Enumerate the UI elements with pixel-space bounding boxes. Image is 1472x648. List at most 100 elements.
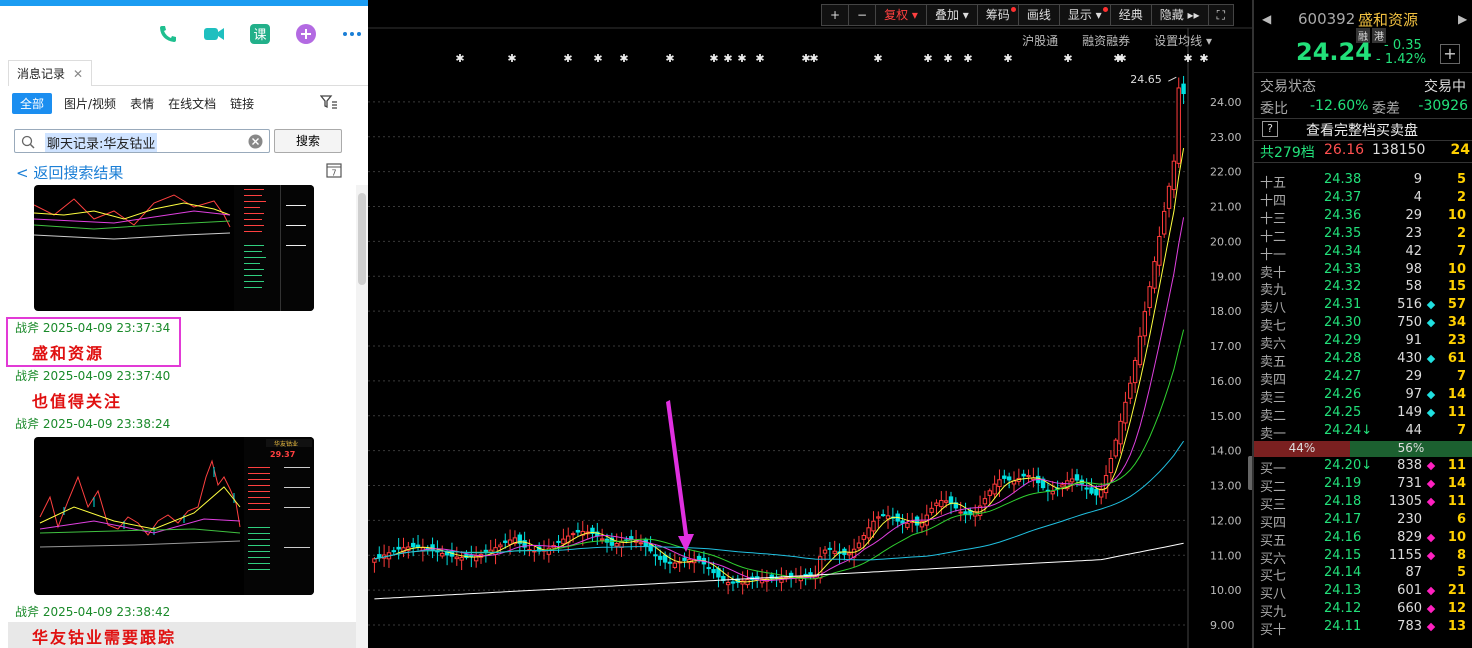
more-icon[interactable] [340,22,364,46]
candle-body [599,538,605,541]
sell-level-row[interactable]: 卖九 24.32 58 15 [1254,279,1472,298]
sell-level-row[interactable]: 卖六 24.29 91 23 [1254,333,1472,352]
filter-emoji[interactable]: 表情 [130,95,154,112]
search-input[interactable]: 聊天记录:华友钴业 [14,129,270,153]
filter-icon[interactable] [319,94,338,113]
total-volume: 138150 [1372,142,1426,158]
message-text[interactable]: 盛和资源 [32,340,104,364]
buy-level-row[interactable]: 买四 24.17 230 6 [1254,511,1472,531]
sell-level-row[interactable]: 卖二 24.25 149 11 [1254,405,1472,424]
candle-body [1026,475,1031,478]
buy-level-row[interactable]: 买六 24.15 1155 8 [1254,548,1472,567]
full-orderbook-link[interactable]: 查看完整档买卖盘 [1306,120,1418,140]
zoom-out-button[interactable]: − [848,4,877,26]
clear-icon[interactable] [248,134,263,153]
buy-level-row[interactable]: 买五 24.16 829 10 [1254,530,1472,549]
y-tick-label: 16.00 [1210,375,1242,388]
level-price: 24.31 [1324,297,1362,313]
kline-chart[interactable]: 24.00 23.00 22.00 21.00 20.00 19.00 18.00 17.00… [368,0,1252,648]
scrollbar[interactable] [356,185,368,648]
buy-level-row[interactable]: 买十 24.11 783 13 [1254,619,1472,638]
level-volume: 1305 [1388,493,1422,509]
sell-level-row[interactable]: 十一 24.34 42 7 [1254,244,1472,263]
search-button[interactable]: 搜索 [274,129,342,153]
sell-level-row[interactable]: 十二 24.35 23 2 [1254,226,1472,245]
level-volume: 750 [1397,315,1422,331]
hk-connect-link[interactable]: 沪股通 [1022,32,1058,49]
candle-body [1021,473,1026,477]
classic-button[interactable]: 经典 [1109,4,1152,26]
buy-ratio: 56% [1350,441,1472,457]
level-label: 十二 [1260,229,1287,245]
back-to-results-link[interactable]: < 返回搜索结果 [16,162,123,183]
tab-message-record[interactable]: 消息记录 ✕ [8,60,93,86]
level-label: 十三 [1260,211,1287,227]
lesson-icon[interactable]: 课 [248,22,272,46]
zoom-in-button[interactable]: + [820,4,850,26]
candle-body [1069,478,1075,483]
filter-docs[interactable]: 在线文档 [168,95,216,112]
sell-level-row[interactable]: 卖四 24.27 29 7 [1254,368,1472,388]
add-watchlist-button[interactable]: + [1440,44,1460,64]
sell-level-row[interactable]: 卖一 24.24↓ 44 7 [1254,423,1472,442]
fullscreen-icon[interactable]: ⛶ [1207,4,1234,26]
message-text[interactable]: 华友钴业需要跟踪 [32,624,176,648]
sell-level-row[interactable]: 卖五 24.28 430 61 [1254,351,1472,370]
scrollbar-thumb[interactable] [358,193,366,285]
help-icon[interactable]: ? [1262,121,1278,137]
close-icon[interactable]: ✕ [73,67,83,81]
overlay-button[interactable]: 叠加 ▾ [925,4,978,26]
quote-header: ◀ 600392 盛和资源 ▶ 融 港 [1254,4,1472,43]
chips-button[interactable]: 筹码 [976,4,1019,26]
calendar-icon[interactable]: 7 [326,162,342,182]
message-text[interactable]: 也值得关注 [32,388,122,412]
buy-level-row[interactable]: 买一 24.20↓ 838 11 [1254,458,1472,477]
level-label: 十四 [1260,193,1287,209]
level-volume: 4 [1413,189,1422,205]
thumb-stock-name: 华友钴业 [274,440,298,448]
filter-links[interactable]: 链接 [230,95,254,112]
kline-chart-area[interactable]: 24.00 23.00 22.00 21.00 20.00 19.00 18.00 17.00… [368,0,1252,648]
draw-line-button[interactable]: 画线 [1017,4,1060,26]
candle-body [503,540,508,543]
video-call-icon[interactable] [202,22,226,46]
sell-level-row[interactable]: 十五 24.38 9 5 [1254,172,1472,191]
add-app-icon[interactable] [294,22,318,46]
margin-trading-link[interactable]: 融资融券 [1082,32,1130,49]
sell-level-row[interactable]: 十三 24.36 29 10 [1254,208,1472,227]
buy-level-row[interactable]: 买二 24.19 731 14 [1254,476,1472,495]
level-volume: 98 [1405,261,1422,277]
thumb-stock-price: 29.37 [270,450,295,459]
sell-level-row[interactable]: 卖七 24.30 750 34 [1254,315,1472,334]
level-volume: 838 [1397,458,1422,473]
sell-level-row[interactable]: 十四 24.37 4 2 [1254,189,1472,209]
sell-level-row[interactable]: 卖八 24.31 516 57 [1254,297,1472,316]
ma-settings-link[interactable]: 设置均线 ▾ [1154,32,1212,49]
next-stock-icon[interactable]: ▶ [1458,12,1467,26]
sell-level-row[interactable]: 卖十 24.33 98 10 [1254,261,1472,281]
candle-body [987,490,992,496]
buy-level-row[interactable]: 买七 24.14 87 5 [1254,565,1472,584]
chart-screenshot-thumbnail[interactable] [34,185,314,311]
hide-button[interactable]: 隐藏 ▸▸ [1150,4,1209,26]
prev-stock-icon[interactable]: ◀ [1262,12,1271,26]
candle-body [454,556,459,560]
filter-media[interactable]: 图片/视频 [64,95,116,112]
buy-level-row[interactable]: 买三 24.18 1305 11 [1254,493,1472,513]
event-marker-icon: ✱ [619,52,628,65]
adjust-button[interactable]: 复权 ▾ [875,4,927,26]
level-order-count: 34 [1447,315,1466,331]
level-order-count: 6 [1456,511,1466,527]
buy-level-row[interactable]: 买九 24.12 660 12 [1254,601,1472,620]
candle-body [391,550,396,553]
level-price: 24.20↓ [1324,458,1373,473]
display-button[interactable]: 显示 ▾ [1058,4,1111,26]
level-order-count: 12 [1447,601,1466,617]
level-price: 24.27 [1324,368,1362,384]
event-marker-icon: ✱ [809,52,818,65]
filter-all[interactable]: 全部 [12,92,53,114]
chart-screenshot-thumbnail[interactable]: 华友钴业 29.37 [34,437,314,595]
phone-icon[interactable] [156,22,180,46]
buy-level-row[interactable]: 买八 24.13 601 21 [1254,583,1472,602]
sell-level-row[interactable]: 卖三 24.26 97 14 [1254,387,1472,406]
